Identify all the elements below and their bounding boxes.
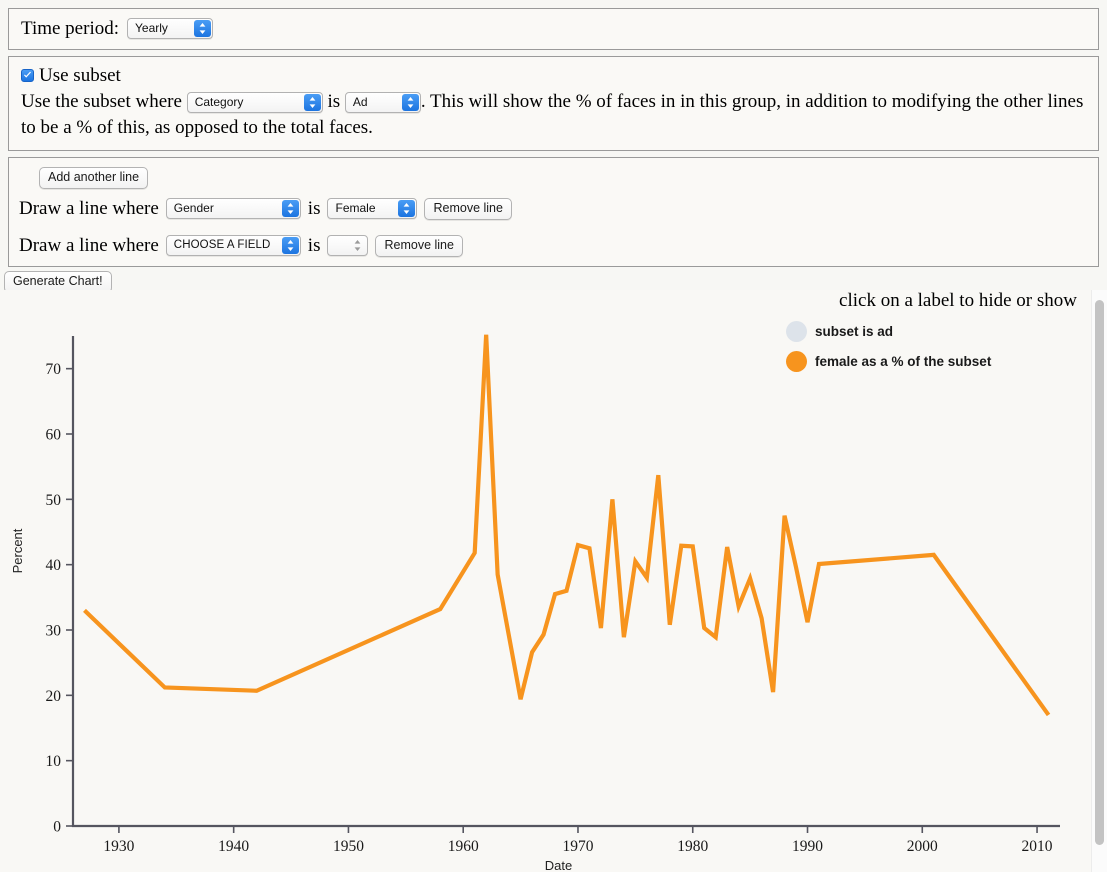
- time-period-label: Time period:: [21, 18, 119, 39]
- line-row-1: Draw a line where CHOOSE A FIELD is Remo…: [19, 234, 1088, 258]
- subset-field-select[interactable]: Category: [186, 91, 323, 113]
- svg-text:1990: 1990: [792, 838, 823, 855]
- svg-text:Date: Date: [545, 858, 572, 872]
- legend-item-female-pct[interactable]: female as a % of the subset: [786, 351, 991, 372]
- chevron-updown-icon: [398, 200, 416, 218]
- subset-prefix: Use the subset where: [21, 90, 182, 112]
- use-subset-label: Use subset: [39, 64, 121, 86]
- legend-item-subset-is-ad[interactable]: subset is ad: [786, 321, 893, 342]
- svg-text:1940: 1940: [218, 838, 249, 855]
- app-page: Time period: Yearly Use subset Use the s…: [0, 0, 1107, 872]
- svg-text:40: 40: [46, 557, 62, 574]
- line-row-0-field-value: Gender: [173, 201, 214, 216]
- chevron-updown-icon: [303, 93, 321, 111]
- chart-scrollbar[interactable]: [1091, 290, 1107, 872]
- svg-text:50: 50: [46, 492, 62, 509]
- svg-text:60: 60: [46, 427, 62, 444]
- svg-text:1960: 1960: [448, 838, 479, 855]
- chevron-updown-icon: [349, 237, 366, 254]
- legend-swatch-icon: [786, 321, 807, 342]
- subset-value-select-value: Ad: [352, 94, 368, 109]
- time-period-panel: Time period: Yearly: [8, 8, 1099, 50]
- line-row-0: Draw a line where Gender is Female Remov…: [19, 197, 1088, 221]
- line-row-1-value-select[interactable]: [327, 235, 369, 257]
- chevron-updown-icon: [401, 93, 419, 111]
- use-subset-checkbox[interactable]: [21, 69, 34, 83]
- subset-value-select[interactable]: Ad: [344, 91, 421, 113]
- line-row-0-prefix: Draw a line where: [19, 197, 159, 219]
- time-period-select[interactable]: Yearly: [127, 18, 213, 40]
- svg-text:2000: 2000: [907, 838, 938, 855]
- subset-sentence: Use the subset where Category is Ad . Th…: [21, 89, 1086, 141]
- svg-text:30: 30: [46, 623, 62, 640]
- svg-text:20: 20: [46, 688, 62, 705]
- line-row-0-is-word: is: [307, 197, 321, 219]
- svg-text:70: 70: [46, 361, 62, 378]
- legend-label: subset is ad: [815, 324, 894, 339]
- line-chart: 0 10 20 30 40 50 60 70 1930 1940 1950 1960 1970 1980 1…: [10, 334, 1060, 872]
- svg-text:1980: 1980: [677, 838, 708, 855]
- chevron-updown-icon: [281, 237, 299, 255]
- chart-scrollbar-thumb[interactable]: [1095, 300, 1104, 845]
- svg-text:Percent: Percent: [10, 528, 25, 573]
- subset-panel: Use subset Use the subset where Category…: [8, 55, 1099, 151]
- svg-text:1930: 1930: [103, 838, 134, 855]
- lines-panel: Add another line Draw a line where Gende…: [8, 156, 1099, 267]
- line-row-1-field-select[interactable]: CHOOSE A FIELD: [165, 235, 301, 257]
- subset-field-select-value: Category: [194, 94, 244, 109]
- line-row-1-field-value: CHOOSE A FIELD: [173, 239, 271, 252]
- time-period-select-value: Yearly: [135, 21, 168, 36]
- svg-text:0: 0: [53, 819, 61, 836]
- chevron-updown-icon: [281, 200, 299, 218]
- subset-is-word: is: [327, 90, 341, 112]
- legend-note: click on a label to hide or show: [839, 290, 1077, 311]
- svg-text:1970: 1970: [562, 838, 593, 855]
- add-another-line-button[interactable]: Add another line: [39, 166, 149, 189]
- svg-text:2010: 2010: [1022, 838, 1053, 855]
- line-row-0-value-value: Female: [335, 201, 376, 216]
- line-row-0-remove-button[interactable]: Remove line: [424, 197, 512, 220]
- legend-swatch-icon: [786, 351, 807, 372]
- line-row-0-field-select[interactable]: Gender: [165, 198, 301, 220]
- line-row-1-prefix: Draw a line where: [19, 234, 159, 256]
- chart-area: click on a label to hide or show subset …: [0, 290, 1095, 872]
- svg-text:1950: 1950: [333, 838, 364, 855]
- chevron-updown-icon: [194, 20, 211, 38]
- line-row-1-remove-button[interactable]: Remove line: [375, 234, 463, 257]
- line-row-1-is-word: is: [307, 234, 321, 256]
- line-row-0-value-select[interactable]: Female: [327, 198, 418, 220]
- legend-label: female as a % of the subset: [815, 354, 992, 369]
- svg-text:10: 10: [46, 753, 62, 770]
